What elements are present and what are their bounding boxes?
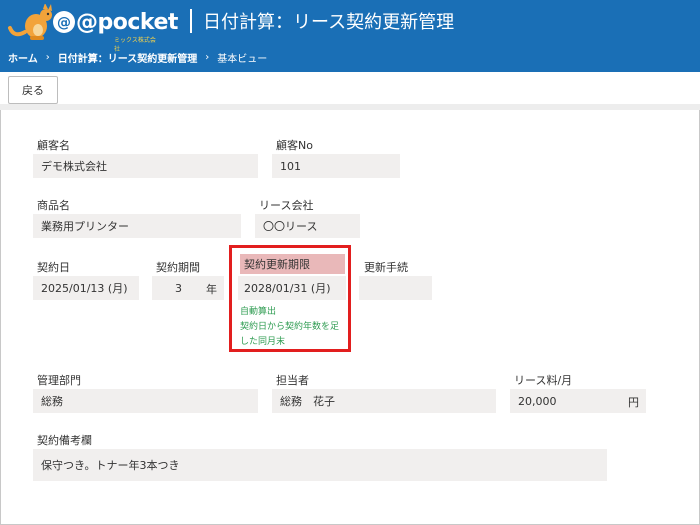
- note-line: 契約日から契約年数を足: [240, 322, 340, 332]
- renewal-deadline-note: 自動算出 契約日から契約年数を足 した同月末: [240, 305, 350, 350]
- lease-fee-field[interactable]: 20,000: [510, 389, 646, 413]
- contract-date-field[interactable]: 2025/01/13 (月): [33, 276, 139, 300]
- toolbar: 戻る: [0, 72, 700, 110]
- customer-no-label: 顧客No: [276, 139, 313, 152]
- product-name-label: 商品名: [37, 199, 70, 212]
- note-line: 自動算出: [240, 307, 277, 317]
- lease-company-label: リース会社: [259, 199, 314, 212]
- pocket-logo[interactable]: @ @pocket ミックス株式会社: [6, 3, 178, 53]
- renewal-deadline-field[interactable]: 2028/01/31 (月): [238, 276, 346, 300]
- breadcrumb: ホーム › 日付計算：リース契約更新管理 › 基本ビュー: [8, 50, 267, 65]
- renewal-procedure-field[interactable]: [359, 276, 432, 300]
- customer-name-label: 顧客名: [37, 139, 70, 152]
- title-separator: [190, 9, 192, 33]
- person-field[interactable]: 総務 花子: [272, 389, 496, 413]
- chevron-right-icon: ›: [205, 52, 210, 63]
- product-name-field[interactable]: 業務用プリンター: [33, 214, 241, 238]
- page-title: 日付計算：リース契約更新管理: [203, 12, 455, 33]
- lease-fee-label: リース料/月: [514, 374, 573, 387]
- remarks-field[interactable]: 保守つき。トナー年3本つき: [33, 449, 607, 481]
- app-header: @ @pocket ミックス株式会社 日付計算：リース契約更新管理 ホーム › …: [0, 0, 700, 72]
- renewal-deadline-label: 契約更新期限: [240, 254, 345, 274]
- remarks-label: 契約備考欄: [37, 434, 92, 447]
- breadcrumb-app[interactable]: 日付計算：リース契約更新管理: [58, 50, 198, 65]
- contract-date-label: 契約日: [37, 261, 70, 274]
- chevron-right-icon: ›: [45, 52, 50, 63]
- contract-period-label: 契約期間: [156, 261, 200, 274]
- note-line: した同月末: [240, 337, 286, 347]
- person-label: 担当者: [276, 374, 309, 387]
- back-button[interactable]: 戻る: [8, 76, 58, 104]
- logo-text: @pocket: [76, 10, 178, 35]
- svg-text:@: @: [57, 15, 71, 31]
- department-label: 管理部門: [37, 374, 81, 387]
- customer-no-field[interactable]: 101: [272, 154, 400, 178]
- breadcrumb-view: 基本ビュー: [217, 54, 268, 65]
- department-field[interactable]: 総務: [33, 389, 258, 413]
- contract-period-unit: 年: [206, 283, 217, 296]
- customer-name-field[interactable]: デモ株式会社: [33, 154, 258, 178]
- lease-company-field[interactable]: 〇〇リース: [255, 214, 360, 238]
- kangaroo-icon: @: [8, 3, 75, 40]
- renewal-procedure-label: 更新手続: [364, 261, 408, 274]
- breadcrumb-home[interactable]: ホーム: [8, 50, 38, 65]
- lease-fee-unit: 円: [628, 396, 639, 409]
